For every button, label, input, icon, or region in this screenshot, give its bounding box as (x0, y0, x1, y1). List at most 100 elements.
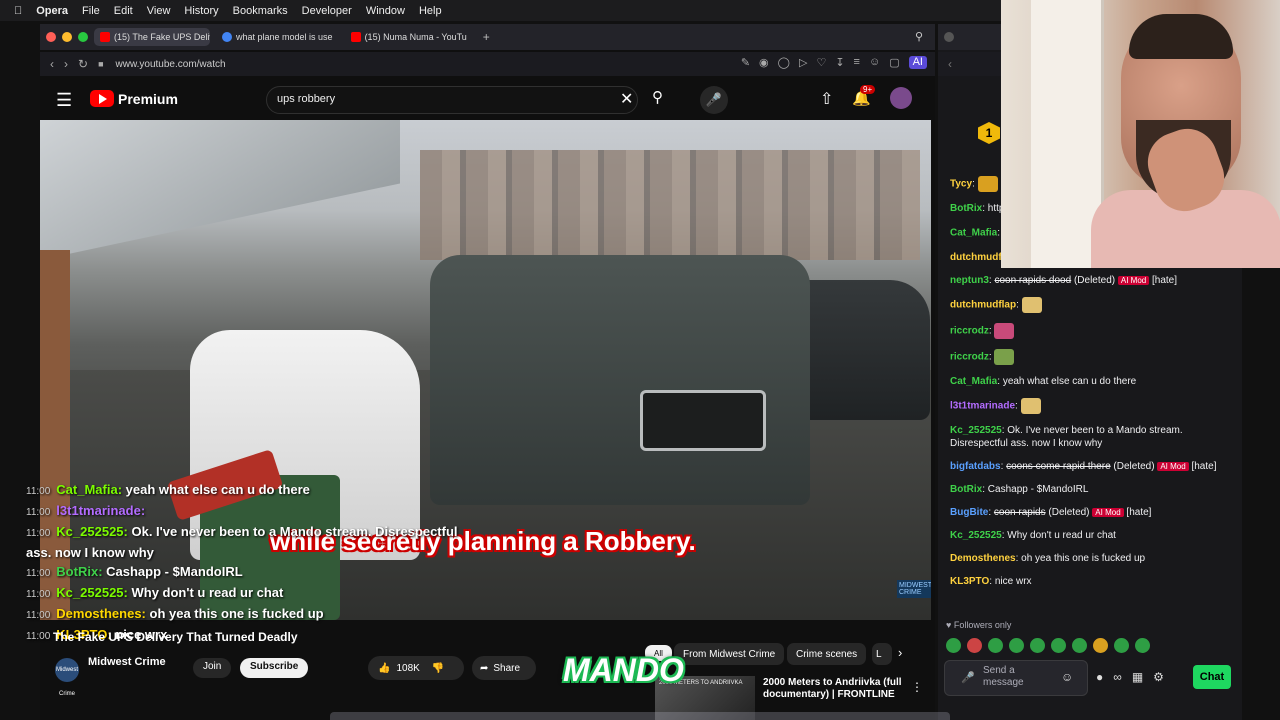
url-field[interactable]: www.youtube.com/watch (116, 59, 226, 70)
minimize-window-icon[interactable] (62, 32, 72, 42)
channel-name[interactable]: Midwest Crime (88, 656, 166, 668)
emote-icon[interactable] (946, 638, 961, 653)
chat-username[interactable]: neptun3 (950, 275, 989, 286)
like-count[interactable]: 108K (396, 663, 419, 674)
new-tab-icon[interactable]: + (483, 30, 490, 44)
menu-bookmarks[interactable]: Bookmarks (233, 5, 288, 17)
menu-help[interactable]: Help (419, 5, 442, 17)
tab-youtube-numa[interactable]: (15) Numa Numa - YouTu (345, 28, 473, 46)
chat-username[interactable]: BotRix (950, 484, 982, 495)
join-button[interactable]: Join (193, 658, 232, 678)
search-icon[interactable]: ⚲ (652, 88, 663, 106)
upload-icon[interactable]: ⇧ (820, 89, 833, 109)
edit-icon[interactable]: ✎ (741, 56, 750, 69)
tab-google-plane[interactable]: what plane model is use (216, 28, 339, 46)
infinity-icon[interactable]: ∞ (1113, 670, 1122, 684)
chat-username[interactable]: Demosthenes (950, 553, 1016, 564)
users-icon[interactable]: ● (1096, 670, 1103, 684)
clear-search-icon[interactable]: ✕ (620, 89, 633, 109)
maximize-window-icon[interactable] (78, 32, 88, 42)
chat-emote-icon (994, 323, 1015, 339)
emote-icon[interactable] (1093, 638, 1108, 653)
reload-icon[interactable]: ↻ (78, 57, 88, 71)
emote-icon[interactable] (1009, 638, 1024, 653)
chat-username[interactable]: BotRix (950, 203, 982, 214)
subscribe-button[interactable]: Subscribe (240, 658, 309, 678)
ai-button[interactable]: AI (908, 56, 927, 69)
back-icon[interactable]: ‹ (948, 57, 952, 71)
forward-icon[interactable]: › (64, 57, 68, 71)
menu-app-name[interactable]: Opera (36, 5, 68, 17)
youtube-logo-icon[interactable] (90, 90, 114, 107)
more-options-icon[interactable]: ⋮ (911, 680, 923, 694)
menu-icon[interactable]: ☰ (56, 90, 72, 111)
chat-username[interactable]: riccrodz (950, 352, 989, 363)
recommendation-title[interactable]: 2000 Meters to Andriivka (full documenta… (763, 677, 903, 701)
tab-label: (15) Numa Numa - YouTu (364, 32, 467, 42)
tab-search-icon[interactable]: ⚲ (915, 30, 923, 43)
search-input[interactable]: ups robbery (266, 86, 638, 114)
chat-emote-icon (1021, 297, 1042, 313)
menu-window[interactable]: Window (366, 5, 405, 17)
download-icon[interactable]: ↧ (835, 56, 844, 69)
chat-username[interactable]: riccrodz (950, 326, 989, 337)
chat-username[interactable]: Kc_252525 (950, 425, 1002, 436)
share-button[interactable]: ➦ Share (472, 656, 536, 680)
chip-crime-scenes[interactable]: Crime scenes (787, 643, 867, 665)
menu-view[interactable]: View (147, 5, 171, 17)
emote-icon[interactable] (1030, 638, 1045, 653)
chat-input[interactable]: 🎤 Send a message ☺ (944, 660, 1088, 696)
overlay-chat-colon: : (98, 564, 107, 579)
account-avatar[interactable] (890, 87, 912, 109)
menu-developer[interactable]: Developer (302, 5, 352, 17)
chat-username[interactable]: Tycy (950, 179, 972, 190)
shield-icon[interactable]: ◯ (778, 56, 790, 69)
profile-icon[interactable]: ☺ (869, 56, 880, 69)
close-window-icon[interactable] (46, 32, 56, 42)
close-window-icon[interactable] (944, 32, 954, 42)
chat-username[interactable]: l3t1tmarinade (950, 401, 1015, 412)
menu-history[interactable]: History (184, 5, 218, 17)
like-icon[interactable]: 👍 (378, 663, 390, 674)
chat-message: Kc_252525: Ok. I've never been to a Mand… (950, 424, 1234, 450)
back-icon[interactable]: ‹ (50, 57, 54, 71)
channel-avatar[interactable]: Midwest Crime (55, 658, 79, 697)
emoji-icon[interactable]: ☺ (1061, 670, 1073, 684)
menu-file[interactable]: File (82, 5, 100, 17)
menu-edit[interactable]: Edit (114, 5, 133, 17)
chip-more[interactable]: L (872, 643, 892, 665)
camera-icon[interactable]: ◉ (759, 56, 769, 69)
play-icon[interactable]: ▷ (799, 56, 807, 69)
emote-icon[interactable] (988, 638, 1003, 653)
emote-icon[interactable] (1114, 638, 1129, 653)
extensions-icon[interactable]: ▢ (889, 56, 899, 69)
chat-username[interactable]: Kc_252525 (950, 530, 1002, 541)
chat-send-button[interactable]: Chat (1193, 665, 1231, 689)
dock[interactable] (330, 712, 950, 720)
voice-search-icon[interactable]: 🎤 (700, 86, 728, 114)
chat-emote-icon (994, 349, 1015, 365)
chat-username[interactable]: Cat_Mafia (950, 228, 997, 239)
chat-username[interactable]: KL3PTO (950, 576, 989, 587)
video-roof-overhang (40, 120, 400, 260)
heart-icon[interactable]: ♡ (816, 56, 826, 69)
apple-icon[interactable]:  (14, 5, 22, 17)
emote-icon[interactable] (967, 638, 982, 653)
youtube-premium-label[interactable]: Premium (118, 91, 178, 107)
chat-username[interactable]: dutchmudflap (950, 300, 1016, 311)
list-icon[interactable]: ≡ (854, 56, 860, 69)
chat-username[interactable]: BugBite (950, 507, 988, 518)
tab-youtube-ups[interactable]: (15) The Fake UPS Deliv (94, 28, 210, 46)
store-icon[interactable]: ▦ (1132, 670, 1143, 684)
overlay-chat-text: oh yea this one is fucked up (149, 606, 324, 621)
dislike-icon[interactable]: 👎 (432, 663, 444, 674)
settings-icon[interactable]: ⚙ (1153, 670, 1164, 684)
chat-username[interactable]: bigfatdabs (950, 461, 1001, 472)
microphone-icon[interactable]: 🎤 (961, 671, 975, 684)
chevron-right-icon[interactable]: › (898, 645, 902, 660)
emote-icon[interactable] (1135, 638, 1150, 653)
emote-icon[interactable] (1072, 638, 1087, 653)
chip-from-midwest-crime[interactable]: From Midwest Crime (674, 643, 785, 665)
chat-username[interactable]: Cat_Mafia (950, 376, 997, 387)
emote-icon[interactable] (1051, 638, 1066, 653)
